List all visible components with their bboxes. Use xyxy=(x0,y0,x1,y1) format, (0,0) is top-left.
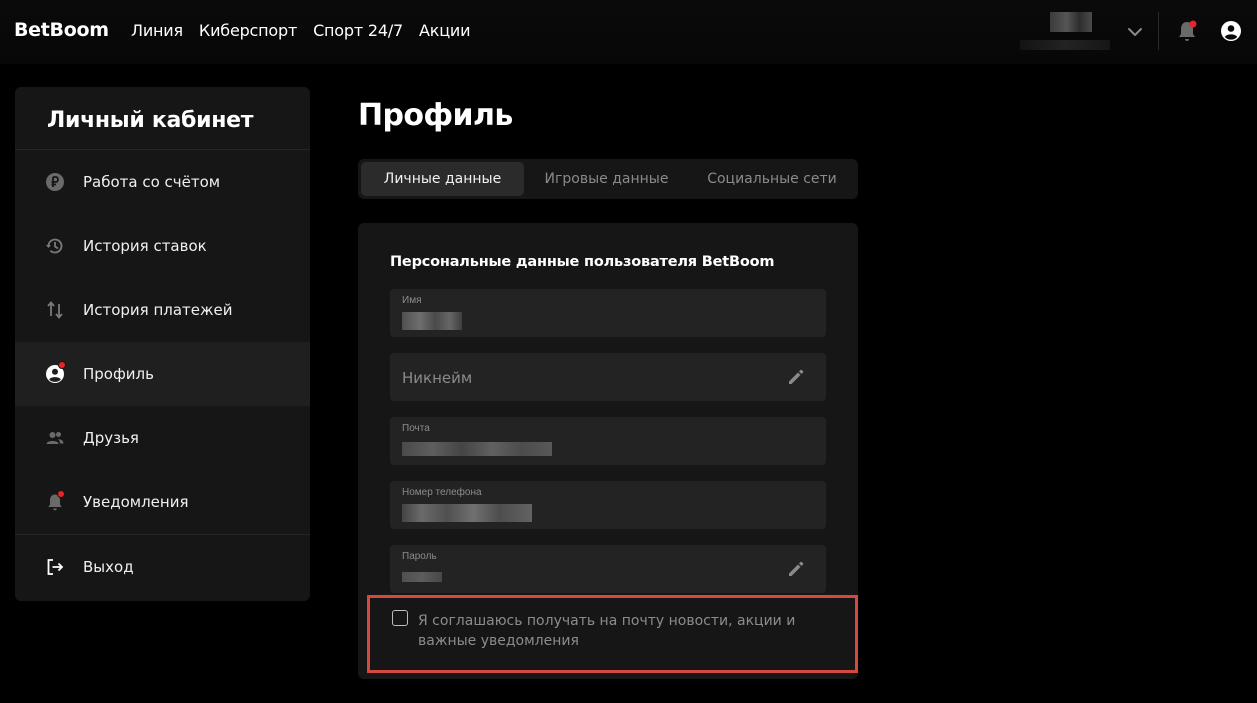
name-value-redacted xyxy=(402,312,462,330)
nav-link-promotions[interactable]: Акции xyxy=(419,21,471,40)
balance-blur-block xyxy=(1050,12,1092,32)
account-sidebar: Личный кабинет Работа со счётом История … xyxy=(15,87,310,601)
profile-tabs: Личные данные Игровые данные Социальные … xyxy=(358,159,858,199)
notification-dot xyxy=(57,490,65,498)
phone-field[interactable]: Номер телефона xyxy=(390,481,826,529)
nav-link-esports[interactable]: Киберспорт xyxy=(199,21,297,40)
sidebar-item-label: Уведомления xyxy=(83,493,189,511)
phone-value-redacted xyxy=(402,504,532,522)
balance-blur-line xyxy=(1020,40,1110,50)
nickname-placeholder: Никнейм xyxy=(402,369,473,387)
nickname-field[interactable]: Никнейм xyxy=(390,353,826,401)
email-field[interactable]: Почта xyxy=(390,417,826,465)
main-nav: Линия Киберспорт Спорт 24/7 Акции xyxy=(131,21,471,40)
sidebar-item-label: Выход xyxy=(83,557,134,576)
sidebar-title: Личный кабинет xyxy=(15,87,310,150)
notifications-bell-icon[interactable] xyxy=(1176,19,1198,43)
email-value-redacted xyxy=(402,442,552,456)
newsletter-consent-checkbox[interactable] xyxy=(392,610,408,626)
edit-nickname-pencil-icon[interactable] xyxy=(786,367,806,387)
sidebar-item-logout[interactable]: Выход xyxy=(15,534,310,598)
sidebar-item-label: История ставок xyxy=(83,237,207,255)
tab-social-networks[interactable]: Социальные сети xyxy=(689,162,855,196)
sidebar-item-payment-history[interactable]: История платежей xyxy=(15,278,310,342)
newsletter-consent-label[interactable]: Я соглашаюсь получать на почту новости, … xyxy=(418,611,838,651)
header-divider xyxy=(1158,12,1159,50)
newsletter-consent-highlight: Я соглашаюсь получать на почту новости, … xyxy=(367,595,858,673)
sidebar-item-bet-history[interactable]: История ставок xyxy=(15,214,310,278)
section-heading: Персональные данные пользователя BetBoom xyxy=(390,254,775,270)
sidebar-item-label: Работа со счётом xyxy=(83,173,221,191)
user-account-icon[interactable] xyxy=(1220,20,1242,42)
sidebar-item-label: Профиль xyxy=(83,365,154,383)
betboom-logo[interactable]: BetBoom xyxy=(14,19,109,41)
account-balance-redacted[interactable] xyxy=(1020,10,1120,54)
sidebar-item-notifications[interactable]: Уведомления xyxy=(15,470,310,534)
phone-field-label: Номер телефона xyxy=(402,487,482,498)
sidebar-item-profile[interactable]: Профиль xyxy=(15,342,310,406)
sidebar-item-account-operations[interactable]: Работа со счётом xyxy=(15,150,310,214)
tab-game-data[interactable]: Игровые данные xyxy=(524,162,689,196)
logout-icon xyxy=(45,557,65,577)
top-header: BetBoom Линия Киберспорт Спорт 24/7 Акци… xyxy=(0,0,1257,64)
history-icon xyxy=(45,236,65,256)
nav-link-line[interactable]: Линия xyxy=(131,21,183,40)
friends-icon xyxy=(45,428,65,448)
nav-link-sport-24-7[interactable]: Спорт 24/7 xyxy=(313,21,403,40)
page-title: Профиль xyxy=(358,98,513,133)
tab-personal-data[interactable]: Личные данные xyxy=(361,162,524,196)
notification-dot xyxy=(58,361,66,369)
password-value-redacted xyxy=(402,572,442,582)
password-field[interactable]: Пароль xyxy=(390,545,826,593)
chevron-down-icon[interactable] xyxy=(1125,22,1145,42)
name-field[interactable]: Имя xyxy=(390,289,826,337)
sidebar-item-label: История платежей xyxy=(83,301,233,319)
ruble-coin-icon xyxy=(45,172,65,192)
email-field-label: Почта xyxy=(402,423,430,434)
user-circle-icon xyxy=(45,361,66,384)
sidebar-item-label: Друзья xyxy=(83,429,139,447)
bell-icon xyxy=(45,490,65,512)
name-field-label: Имя xyxy=(402,295,422,306)
transfer-arrows-icon xyxy=(45,300,65,320)
password-field-label: Пароль xyxy=(402,551,437,562)
sidebar-item-friends[interactable]: Друзья xyxy=(15,406,310,470)
edit-password-pencil-icon[interactable] xyxy=(786,559,806,579)
